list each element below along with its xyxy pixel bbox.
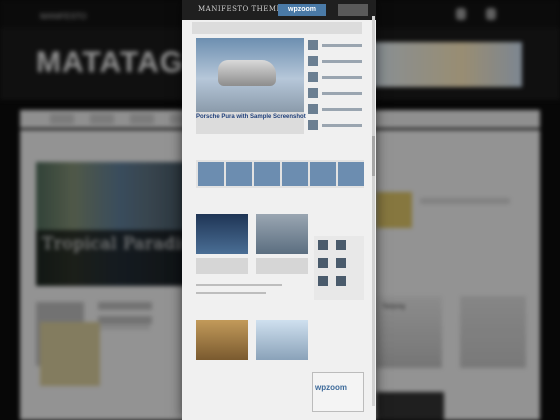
widget-icon: [336, 258, 346, 268]
device-top-right: [338, 4, 368, 16]
list-item: [308, 72, 364, 84]
list-item: [308, 120, 364, 132]
device-ad-box: wpzoom: [312, 372, 364, 412]
text-line: [196, 292, 266, 294]
list-item: [308, 104, 364, 116]
device-article-caption: [196, 258, 248, 274]
text-line: [322, 60, 362, 63]
device-bottom-image: [196, 320, 248, 360]
device-article-image: [196, 214, 248, 254]
device-right-column: [314, 236, 364, 300]
device-screenshot: MANIFESTO THEME wpzoom Porsche Pura with…: [182, 0, 376, 420]
thumbnail: [308, 104, 318, 114]
device-side-list: [308, 38, 364, 134]
thumbnail: [308, 88, 318, 98]
device-ad-label: wpzoom: [315, 383, 347, 392]
device-top-bar: MANIFESTO THEME wpzoom: [182, 0, 376, 20]
device-brand: MANIFESTO THEME: [198, 5, 283, 13]
car-image: [218, 60, 276, 86]
thumbnail: [198, 162, 224, 186]
thumbnail: [310, 162, 336, 186]
widget-icon: [318, 276, 328, 286]
device-badge: wpzoom: [278, 4, 326, 16]
text-line: [196, 284, 282, 286]
thumbnail: [226, 162, 252, 186]
device-hero-image: [196, 38, 304, 112]
text-line: [322, 124, 362, 127]
thumbnail: [308, 56, 318, 66]
widget-icon: [318, 258, 328, 268]
device-bottom-image: [256, 320, 308, 360]
list-item: [308, 40, 364, 52]
widget-icon: [336, 240, 346, 250]
device-article-caption: [256, 258, 308, 274]
device-scrollbar[interactable]: [372, 16, 375, 406]
thumbnail: [308, 72, 318, 82]
thumbnail: [338, 162, 364, 186]
list-item: [308, 56, 364, 68]
thumbnail: [282, 162, 308, 186]
widget-icon: [336, 276, 346, 286]
text-line: [322, 108, 362, 111]
list-item: [308, 88, 364, 100]
text-line: [322, 76, 362, 79]
video-frame: MANIFESTO MATATAG Tropical Paradise Tanj…: [0, 0, 560, 420]
text-line: [322, 44, 362, 47]
text-line: [322, 92, 362, 95]
widget-icon: [318, 240, 328, 250]
device-subbar: [192, 22, 362, 34]
device-hero-title: Porsche Pura with Sample Screenshot: [196, 114, 306, 120]
device-article-image: [256, 214, 308, 254]
thumbnail: [308, 40, 318, 50]
scrollbar-thumb[interactable]: [372, 136, 375, 176]
thumbnail: [308, 120, 318, 130]
thumbnail: [254, 162, 280, 186]
device-thumbnail-strip: [196, 160, 364, 188]
